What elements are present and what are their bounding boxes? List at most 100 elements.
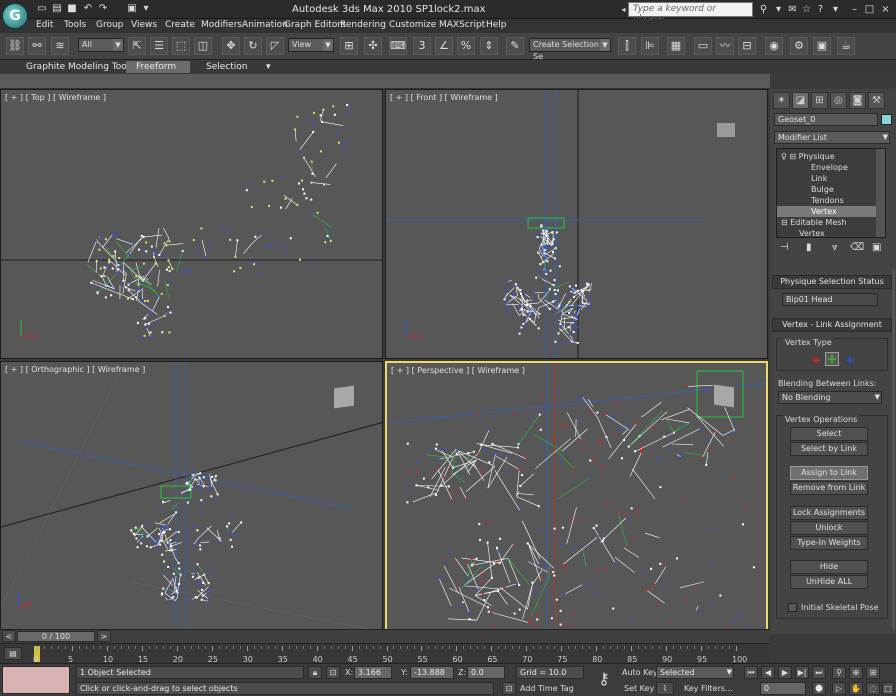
menu-help[interactable]: Help	[486, 20, 507, 30]
orbit-icon[interactable]: ◌	[866, 682, 880, 695]
rollout-physique-selection-status[interactable]: Physique Selection Status	[772, 275, 892, 289]
show-end-result-icon[interactable]: ▮	[806, 242, 812, 253]
app-logo-icon[interactable]: G	[2, 3, 28, 29]
viewport-label[interactable]: [ + ] [ Top ] [ Wireframe ]	[5, 93, 106, 102]
zoom-all-icon[interactable]: ⊕	[849, 666, 863, 679]
tab-graphite-modeling-tools[interactable]: Graphite Modeling Tools	[16, 61, 144, 73]
edit-named-selection-icon[interactable]: ✎	[506, 37, 524, 55]
lightbulb-icon[interactable]: ♀	[781, 152, 787, 161]
stack-item-mesh-vertex[interactable]: Vertex	[777, 228, 885, 237]
vertex-type-root-icon[interactable]: +	[845, 353, 855, 367]
create-tab-icon[interactable]: ✶	[773, 92, 790, 109]
reference-coordinate-dropdown[interactable]: View ▼	[288, 38, 334, 52]
zoom-extents-icon[interactable]: ⊞	[866, 666, 880, 679]
utilities-tab-icon[interactable]: ⚒	[868, 92, 885, 109]
align-icon[interactable]: ⊫	[641, 37, 659, 55]
object-name-field[interactable]: Geoset_0	[774, 113, 878, 126]
ribbon-options-icon[interactable]: ▾	[262, 61, 275, 73]
tab-freeform[interactable]: Freeform	[126, 61, 190, 73]
snaps-toggle-icon[interactable]: 3	[413, 37, 431, 55]
field-of-view-icon[interactable]: ▷	[832, 682, 846, 695]
spinner-snap-icon[interactable]: ⇕	[480, 37, 498, 55]
vertex-type-rigid-icon[interactable]: +	[811, 353, 821, 367]
percent-snap-icon[interactable]: %	[457, 37, 475, 55]
curve-editor-icon[interactable]: 〰	[716, 37, 734, 55]
motion-tab-icon[interactable]: ◎	[830, 92, 847, 109]
stack-scrollbar[interactable]	[876, 149, 885, 237]
select-and-scale-icon[interactable]: ◸	[266, 37, 284, 55]
viewport-front[interactable]: [ + ] [ Front ] [ Wireframe ]	[385, 89, 768, 359]
type-in-weights-button[interactable]: Type-In Weights	[790, 536, 868, 550]
lock-assignments-button[interactable]: Lock Assignments	[790, 506, 868, 520]
menu-modifiers[interactable]: Modifiers	[201, 20, 242, 30]
maxscript-listener-mini[interactable]	[2, 666, 70, 694]
tab-selection[interactable]: Selection	[196, 61, 257, 73]
initial-skeletal-pose-checkbox[interactable]	[788, 603, 797, 612]
lock-selection-icon[interactable]: 🔒︎	[308, 666, 322, 679]
keyboard-shortcut-override-icon[interactable]: ⌨	[389, 37, 407, 55]
stack-item-envelope[interactable]: Envelope	[777, 162, 885, 173]
favorites-icon[interactable]: ☆	[800, 3, 813, 16]
add-time-tag-label[interactable]: Add Time Tag	[520, 684, 574, 693]
configure-sets-icon[interactable]: ▣	[872, 242, 881, 253]
viewport-label[interactable]: [ + ] [ Perspective ] [ Wireframe ]	[391, 366, 525, 375]
render-setup-icon[interactable]: ⚙	[790, 37, 808, 55]
next-frame-icon[interactable]: ▶|	[795, 666, 809, 679]
make-unique-icon[interactable]: ⩔	[832, 242, 838, 253]
command-panel-scrollbar[interactable]	[892, 269, 895, 629]
menu-animation[interactable]: Animation	[242, 20, 288, 30]
undo-icon[interactable]: ↶	[82, 3, 94, 15]
menu-customize[interactable]: Customize	[389, 20, 436, 30]
time-configuration-icon[interactable]: ⌚	[812, 682, 826, 695]
bind-space-warp-icon[interactable]: ≋	[51, 37, 69, 55]
assign-to-link-button[interactable]: Assign to Link	[790, 466, 868, 480]
default-in-out-tangent-icon[interactable]: ⌇	[656, 682, 674, 695]
help-dropdown-icon[interactable]: ▾	[829, 3, 842, 16]
layer-manager-icon[interactable]: ▦	[667, 37, 685, 55]
stack-item-vertex[interactable]: Vertex	[777, 206, 885, 217]
remove-from-link-button[interactable]: Remove from Link	[790, 481, 868, 495]
display-tab-icon[interactable]: ◙	[849, 92, 866, 109]
select-button[interactable]: Select	[790, 427, 868, 441]
close-icon[interactable]: ×	[879, 3, 892, 16]
unlock-assignments-button[interactable]: Unlock Assignments	[790, 521, 868, 544]
stack-item-tendons[interactable]: Tendons	[777, 195, 885, 206]
subscription-icon[interactable]: ▾	[772, 3, 785, 16]
communication-icon[interactable]: ✉	[786, 3, 799, 16]
menu-tools[interactable]: Tools	[64, 20, 86, 30]
menu-group[interactable]: Group	[96, 20, 123, 30]
viewcube-icon[interactable]	[713, 383, 735, 409]
go-to-end-icon[interactable]: ⏭	[812, 666, 826, 679]
key-filters-button[interactable]: Key Filters...	[684, 684, 733, 693]
select-by-link-button[interactable]: Select by Link	[790, 442, 868, 456]
object-color-swatch[interactable]	[881, 114, 892, 125]
time-slider[interactable]: < 0 / 100 >	[0, 629, 770, 643]
project-folder-icon[interactable]: ▣	[126, 3, 138, 15]
select-and-move-icon[interactable]: ✥	[222, 37, 240, 55]
viewcube-icon[interactable]	[333, 384, 355, 410]
angle-snap-icon[interactable]: ∠	[435, 37, 453, 55]
material-editor-icon[interactable]: ◉	[765, 37, 783, 55]
pin-stack-icon[interactable]: ⊣	[780, 242, 789, 253]
graphite-toggle-icon[interactable]: ▭	[694, 37, 712, 55]
stack-item-bulge[interactable]: Bulge	[777, 184, 885, 195]
select-by-name-icon[interactable]: ☰	[150, 37, 168, 55]
maximize-viewport-icon[interactable]: □	[882, 682, 894, 695]
rectangular-selection-icon[interactable]: ⬚	[172, 37, 190, 55]
modifier-list-dropdown[interactable]: Modifier List ▼	[774, 131, 890, 144]
track-bar[interactable]: ▤ 0 5 10 15 20 25 30 35 40 45 50 55 60 65 70 75 80 85 90 95…	[0, 643, 770, 664]
quick-access-dropdown-icon[interactable]: ▾	[140, 3, 152, 15]
hierarchy-tab-icon[interactable]: ⊞	[811, 92, 828, 109]
new-file-icon[interactable]: ▭	[36, 3, 48, 15]
select-and-link-icon[interactable]: ⛓	[6, 37, 24, 55]
time-prev-icon[interactable]: <	[2, 630, 16, 642]
open-file-icon[interactable]: ▤	[51, 3, 63, 15]
menu-create[interactable]: Create	[165, 20, 195, 30]
zoom-icon[interactable]: ⚲	[832, 666, 846, 679]
remove-modifier-icon[interactable]: ⌫	[850, 242, 864, 253]
menu-edit[interactable]: Edit	[36, 20, 53, 30]
viewcube-icon[interactable]	[716, 122, 736, 138]
binoculars-icon[interactable]: ⚲	[757, 3, 770, 16]
unhide-all-button[interactable]: UnHide ALL	[790, 575, 868, 589]
schematic-view-icon[interactable]: ⊟	[738, 37, 756, 55]
